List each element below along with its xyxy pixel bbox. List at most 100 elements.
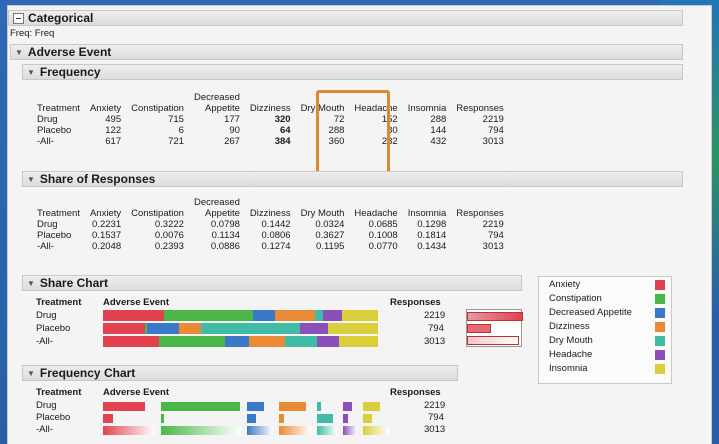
disclosure-triangle-icon[interactable]: ▼	[15, 48, 23, 57]
frequency-chart-header[interactable]: ▼ Frequency Chart	[22, 365, 458, 381]
frequency-header[interactable]: ▼ Frequency	[22, 64, 683, 80]
share-segment-insomnia[interactable]	[338, 336, 378, 347]
share-segment-headache[interactable]	[317, 336, 339, 347]
freq-block-dizziness[interactable]	[279, 426, 311, 435]
dizziness-highlight	[316, 90, 390, 174]
share-segment-anxiety[interactable]	[103, 310, 165, 321]
cell: 617	[105, 136, 122, 147]
cell: 0.0798	[210, 219, 240, 230]
freq-block-constipation[interactable]	[161, 426, 241, 435]
col-header: Anxiety	[89, 208, 122, 219]
freq-block-dry-mouth[interactable]	[317, 414, 333, 423]
cell: 0.0770	[368, 241, 398, 252]
share-segment-dry-mouth[interactable]	[314, 310, 324, 321]
freq-block-anxiety[interactable]	[103, 426, 155, 435]
share-segment-dry-mouth[interactable]	[284, 336, 318, 347]
share-segment-headache[interactable]	[300, 323, 329, 334]
share-segment-decreased-appetite[interactable]	[252, 310, 275, 321]
share-of-responses-header[interactable]: ▼ Share of Responses	[22, 171, 683, 187]
col-header: Headache	[354, 208, 398, 219]
responses-value: 3013	[424, 424, 446, 435]
share-segment-dizziness[interactable]	[274, 310, 315, 321]
collapse-icon[interactable]	[13, 12, 24, 24]
legend-swatch	[655, 294, 665, 304]
mini-bar-placebo	[467, 324, 491, 333]
categorical-title: Categorical	[28, 11, 94, 25]
legend-swatch	[655, 308, 665, 318]
share-segment-insomnia[interactable]	[328, 323, 378, 334]
report-window: Categorical Freq: Freq ▼ Adverse Event ▼…	[8, 6, 711, 444]
freq-block-dizziness[interactable]	[279, 402, 306, 411]
share-segment-anxiety[interactable]	[103, 323, 146, 334]
disclosure-triangle-icon[interactable]: ▼	[27, 369, 35, 378]
freq-block-insomnia[interactable]	[363, 426, 389, 435]
cell: -All-	[37, 136, 54, 147]
share-bar-all[interactable]	[103, 336, 378, 347]
cell: 288	[430, 114, 447, 125]
cell: 267	[224, 136, 240, 147]
share-segment-constipation[interactable]	[159, 336, 226, 347]
freq-block-constipation[interactable]	[161, 414, 164, 423]
disclosure-triangle-icon[interactable]: ▼	[27, 175, 35, 184]
adverse-event-header[interactable]: ▼ Adverse Event	[10, 44, 683, 60]
legend-label: Dizziness	[549, 321, 590, 332]
share-segment-anxiety[interactable]	[103, 336, 160, 347]
share-segment-dry-mouth[interactable]	[200, 323, 301, 334]
freq-block-insomnia[interactable]	[363, 414, 372, 423]
share-segment-headache[interactable]	[323, 310, 343, 321]
freq-block-headache[interactable]	[343, 402, 353, 411]
share-bar-drug[interactable]	[103, 310, 378, 321]
legend-label: Constipation	[549, 293, 602, 304]
disclosure-triangle-icon[interactable]: ▼	[27, 68, 35, 77]
share-segment-decreased-appetite[interactable]	[225, 336, 250, 347]
share-segment-constipation[interactable]	[164, 310, 253, 321]
share-segment-dizziness[interactable]	[178, 323, 201, 334]
share-chart-header[interactable]: ▼ Share Chart	[22, 275, 522, 291]
cell: 794	[487, 125, 504, 136]
share-segment-insomnia[interactable]	[342, 310, 378, 321]
col-header: Decreased Appetite	[193, 197, 240, 219]
cell: Drug	[37, 219, 58, 230]
freq-block-decreased-appetite[interactable]	[247, 426, 273, 435]
legend-label: Decreased Appetite	[549, 307, 632, 318]
freq-block-dry-mouth[interactable]	[317, 426, 337, 435]
freq-block-dizziness[interactable]	[279, 414, 285, 423]
freq-block-insomnia[interactable]	[363, 402, 381, 411]
cell: 0.3222	[154, 219, 184, 230]
freq-block-decreased-appetite[interactable]	[247, 402, 265, 411]
categorical-header[interactable]: Categorical	[8, 10, 683, 26]
table-row: Drug 0.2231 0.3222 0.0798 0.1442 0.0324 …	[32, 219, 509, 230]
cell: 0.1814	[417, 230, 447, 241]
cell: 384	[274, 136, 291, 147]
cell: 0.0324	[315, 219, 345, 230]
freq-block-decreased-appetite[interactable]	[247, 414, 256, 423]
cell: 794	[487, 230, 504, 241]
cell: 177	[224, 114, 240, 125]
legend-swatch	[655, 336, 665, 346]
cell: 0.0886	[210, 241, 240, 252]
share-chart-title: Share Chart	[39, 276, 108, 290]
freq-block-anxiety[interactable]	[103, 414, 114, 423]
frequency-title: Frequency	[39, 65, 101, 79]
legend-swatch	[655, 350, 665, 360]
table-row: -All- 617 721 267 384 360 232 432 3013	[32, 136, 509, 147]
disclosure-triangle-icon[interactable]: ▼	[27, 279, 35, 288]
freq-block-constipation[interactable]	[161, 402, 241, 411]
freq-block-headache[interactable]	[343, 414, 348, 423]
share-segment-dizziness[interactable]	[249, 336, 285, 347]
freq-block-dry-mouth[interactable]	[317, 402, 321, 411]
freq-block-headache[interactable]	[343, 426, 357, 435]
cell: 2219	[482, 219, 504, 230]
cell: 0.0685	[368, 219, 398, 230]
cell: Placebo	[37, 125, 72, 136]
cell: 721	[168, 136, 184, 147]
row-label: Placebo	[36, 323, 71, 334]
col-header: Constipation	[131, 208, 184, 219]
share-segment-decreased-appetite[interactable]	[147, 323, 179, 334]
cell: -All-	[37, 241, 54, 252]
freq-block-anxiety[interactable]	[103, 402, 145, 411]
cell: 432	[430, 136, 447, 147]
cell: 0.3627	[315, 230, 345, 241]
col-header: Constipation	[131, 103, 184, 114]
share-bar-placebo[interactable]	[103, 323, 378, 334]
